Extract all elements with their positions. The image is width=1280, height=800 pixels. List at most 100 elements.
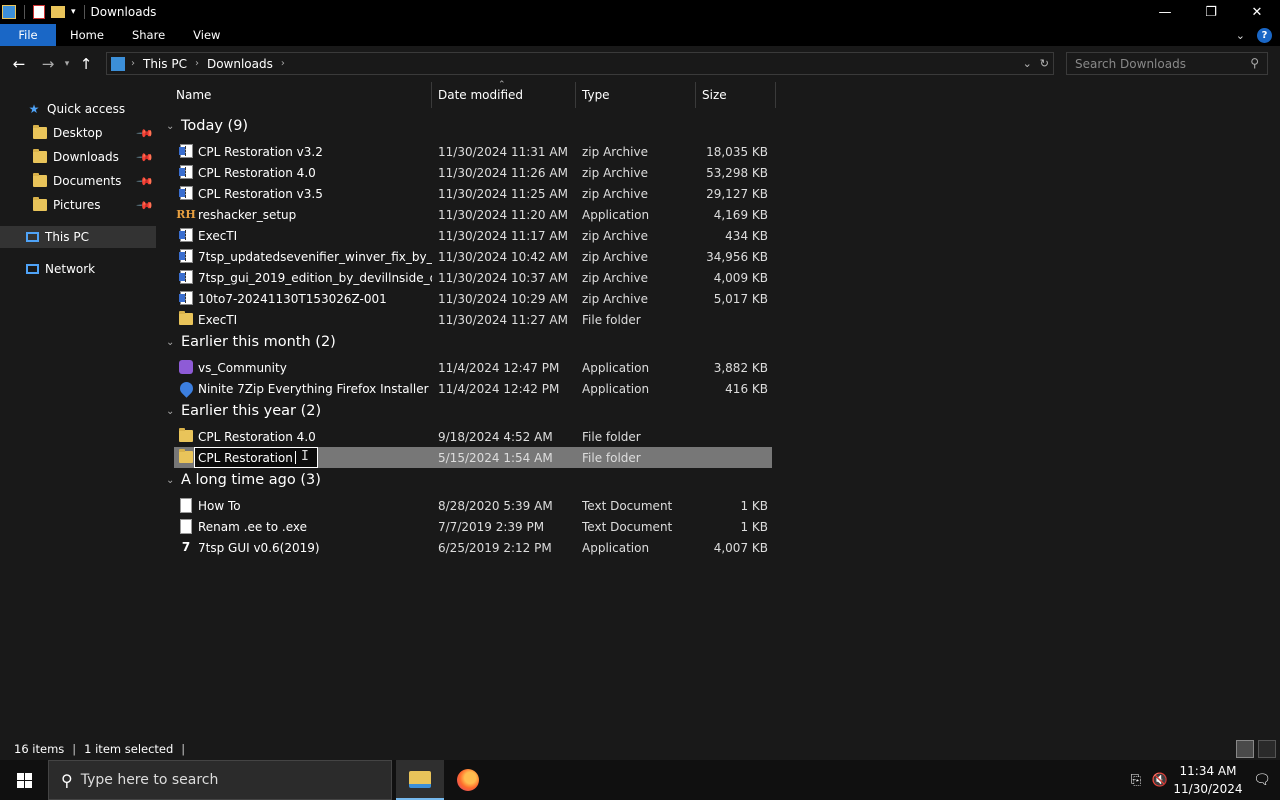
file-type: Text Document (582, 519, 673, 534)
breadcrumb-chevron-icon[interactable]: › (281, 58, 285, 69)
collapse-chevron-icon[interactable]: ⌄ (166, 406, 175, 417)
taskbar-file-explorer[interactable] (396, 760, 444, 800)
customize-toolbar-chevron-icon[interactable]: ▾ (71, 7, 76, 17)
large-icons-view-button[interactable] (1258, 740, 1276, 758)
file-size (692, 309, 768, 330)
tab-view[interactable]: View (179, 24, 234, 46)
column-header-name[interactable]: Name (170, 82, 432, 108)
start-button[interactable] (0, 760, 48, 800)
zip-icon (178, 227, 194, 243)
recent-locations-button[interactable]: ▾ (60, 52, 74, 76)
breadcrumb-chevron-icon[interactable]: › (195, 58, 199, 69)
file-row[interactable]: 7tsp_gui_2019_edition_by_devillnside_dd.… (174, 267, 772, 288)
file-row[interactable]: CPL Restoration v3.2 11/30/2024 11:31 AM z… (174, 141, 772, 162)
title-bar: ▾ Downloads — ❐ ✕ (0, 0, 1280, 24)
file-row[interactable]: How To 8/28/2020 5:39 AM Text Document 1 KB (174, 495, 772, 516)
sidebar-item-downloads[interactable]: Downloads 📌 (0, 146, 156, 168)
file-name: 10to7-20241130T153026Z-001 (198, 291, 387, 306)
network-tray-icon[interactable]: ⎘ (1124, 773, 1148, 788)
address-history-chevron-icon[interactable]: ⌄ (1023, 57, 1032, 70)
restore-button[interactable]: ❐ (1188, 0, 1234, 24)
file-type: zip Archive (582, 165, 648, 180)
file-row[interactable]: ExecTI 11/30/2024 11:17 AM zip Archive 434 … (174, 225, 772, 246)
star-icon: ★ (28, 102, 40, 116)
file-row[interactable]: 7tsp_updatedsevenifier_winver_fix_by_lu.… (174, 246, 772, 267)
search-input[interactable]: Search Downloads ⚲ (1066, 52, 1268, 75)
tab-home[interactable]: Home (56, 24, 118, 46)
breadcrumb-this-pc[interactable]: This PC (143, 57, 187, 71)
collapse-chevron-icon[interactable]: ⌄ (166, 337, 175, 348)
minimize-button[interactable]: — (1142, 0, 1188, 24)
back-button[interactable]: ← (7, 52, 31, 76)
refresh-icon[interactable]: ↻ (1040, 57, 1049, 70)
column-header-size[interactable]: Size (696, 82, 776, 108)
file-date-modified: 7/7/2019 2:39 PM (438, 519, 545, 534)
windows-logo-icon (16, 772, 32, 788)
selection-count: 1 item selected (84, 742, 174, 756)
file-date-modified: 11/30/2024 11:26 AM (438, 165, 568, 180)
new-folder-icon[interactable] (51, 6, 65, 18)
folder-icon (32, 173, 48, 189)
clock[interactable]: 11:34 AM 11/30/2024 (1172, 762, 1244, 798)
collapse-chevron-icon[interactable]: ⌄ (166, 121, 175, 132)
file-row[interactable]: CPL Restoration 4.0 9/18/2024 4:52 AM File… (174, 426, 772, 447)
downloads-location-icon (111, 56, 125, 71)
folder-icon (178, 428, 194, 444)
group-header[interactable]: ⌄ A long time ago (3) (166, 469, 321, 491)
sidebar-item-desktop[interactable]: Desktop 📌 (0, 122, 156, 144)
file-row[interactable]: 10to7-20241130T153026Z-001 11/30/2024 10:… (174, 288, 772, 309)
file-type: Application (582, 381, 650, 396)
breadcrumb-chevron-icon[interactable]: › (131, 58, 135, 69)
rename-input[interactable]: CPL Restoration (194, 447, 318, 468)
volume-muted-icon[interactable]: 🔇 (1148, 773, 1172, 788)
close-button[interactable]: ✕ (1234, 0, 1280, 24)
file-row[interactable]: ExecTI 11/30/2024 11:27 AM File folder (174, 309, 772, 330)
taskbar-search-box[interactable]: ⚲ Type here to search (48, 760, 392, 800)
up-button[interactable]: ↑ (74, 52, 98, 76)
clock-date: 11/30/2024 (1173, 782, 1243, 796)
properties-icon[interactable] (33, 5, 45, 19)
tab-file[interactable]: File (0, 24, 56, 46)
file-row[interactable]: Renam .ee to .exe 7/7/2019 2:39 PM Text Do… (174, 516, 772, 537)
file-row[interactable]: RH reshacker_setup 11/30/2024 11:20 AM Appl… (174, 204, 772, 225)
group-header[interactable]: ⌄ Earlier this month (2) (166, 331, 336, 353)
up-arrow-icon: ↑ (79, 55, 93, 73)
sidebar-item-label: This PC (45, 230, 89, 244)
file-name: CPL Restoration 4.0 (198, 165, 316, 180)
file-row[interactable]: Ninite 7Zip Everything Firefox Installer… (174, 378, 772, 399)
breadcrumb-downloads[interactable]: Downloads (207, 57, 273, 71)
taskbar-firefox[interactable] (444, 760, 492, 800)
forward-button[interactable]: → (36, 52, 60, 76)
file-row[interactable]: CPL Restoration 4.0 11/30/2024 11:26 AM zi… (174, 162, 772, 183)
file-type: zip Archive (582, 186, 648, 201)
tab-share[interactable]: Share (118, 24, 179, 46)
file-row[interactable]: CPL Restoration v3.5 11/30/2024 11:25 AM z… (174, 183, 772, 204)
file-row[interactable]: 7 7tsp GUI v0.6(2019) 6/25/2019 2:12 PM App… (174, 537, 772, 558)
file-type: Text Document (582, 498, 673, 513)
navigation-bar: ← → ▾ ↑ › This PC › Downloads › ⌄ ↻ Sear… (0, 46, 1280, 82)
file-date-modified: 11/4/2024 12:42 PM (438, 381, 560, 396)
search-icon[interactable]: ⚲ (1250, 56, 1259, 70)
file-size: 18,035 KB (706, 144, 768, 159)
sidebar-item-quick-access[interactable]: ★ Quick access (0, 98, 156, 120)
group-header-label: Earlier this year (2) (181, 403, 322, 419)
expand-ribbon-chevron-icon[interactable]: ⌄ (1236, 29, 1245, 42)
sidebar-item-label: Documents (53, 174, 122, 188)
sidebar-item-documents[interactable]: Documents 📌 (0, 170, 156, 192)
sidebar-item-this-pc[interactable]: This PC (0, 226, 156, 248)
file-row[interactable]: vs_Community 11/4/2024 12:47 PM Applicatio… (174, 357, 772, 378)
help-icon[interactable]: ? (1257, 27, 1272, 43)
collapse-chevron-icon[interactable]: ⌄ (166, 475, 175, 486)
column-header-date-modified[interactable]: Date modified (432, 82, 576, 108)
group-header[interactable]: ⌄ Earlier this year (2) (166, 400, 321, 422)
sidebar-item-network[interactable]: Network (0, 258, 156, 280)
group-header[interactable]: ⌄ Today (9) (166, 115, 248, 137)
details-view-button[interactable] (1236, 740, 1254, 758)
address-bar[interactable]: › This PC › Downloads › ⌄ ↻ (106, 52, 1054, 75)
column-header-type[interactable]: Type (576, 82, 696, 108)
zip-icon (178, 248, 194, 264)
explorer-window-icon[interactable] (2, 5, 16, 19)
notifications-icon[interactable]: 🗨 (1244, 772, 1280, 788)
sidebar-item-pictures[interactable]: Pictures 📌 (0, 194, 156, 216)
file-row[interactable]: CPL Restoration I 5/15/2024 1:54 AM File fo… (174, 447, 772, 468)
